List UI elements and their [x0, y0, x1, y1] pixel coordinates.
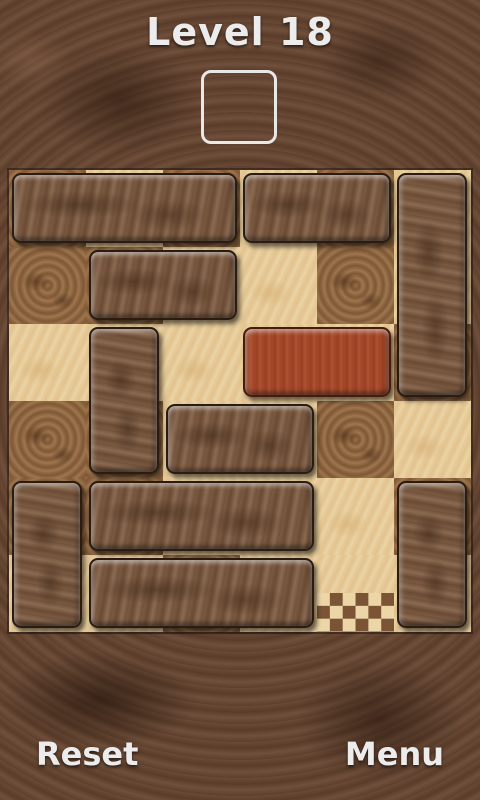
block-5[interactable] [89, 327, 159, 474]
reset-button[interactable]: Reset [36, 735, 138, 773]
block-4[interactable] [89, 250, 237, 320]
block-8[interactable] [89, 481, 314, 551]
board-cell [163, 324, 240, 401]
board-cell [240, 247, 317, 324]
exit-approach [317, 555, 394, 593]
block-1[interactable] [12, 173, 237, 243]
level-title: Level 18 [146, 10, 334, 54]
menu-button[interactable]: Menu [345, 735, 444, 773]
board-cell [9, 324, 86, 401]
board-cell [317, 247, 394, 324]
board-cell [9, 247, 86, 324]
board-cell [317, 401, 394, 478]
block-2[interactable] [243, 173, 391, 243]
board-cell [394, 401, 471, 478]
block-9[interactable] [397, 481, 467, 628]
block-3[interactable] [397, 173, 467, 397]
board-cell [9, 401, 86, 478]
exit-checkered-marker [317, 593, 394, 632]
board-cell [317, 478, 394, 555]
moves-box [201, 70, 277, 144]
block-6[interactable] [166, 404, 314, 474]
block-10[interactable] [89, 558, 314, 628]
block-7[interactable] [12, 481, 82, 628]
target-block[interactable] [243, 327, 391, 397]
game-board[interactable] [9, 170, 471, 632]
